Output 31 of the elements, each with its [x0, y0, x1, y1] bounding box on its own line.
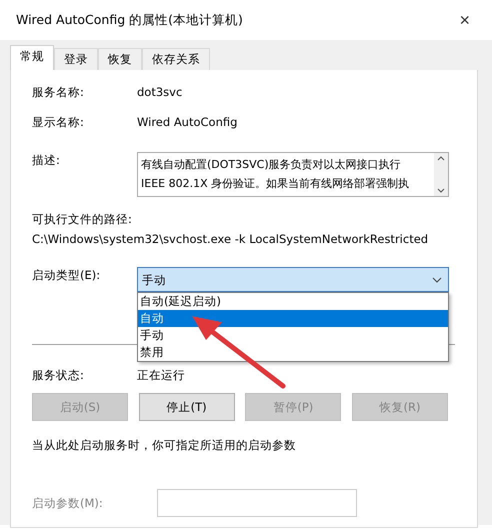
field-label: 服务名称:: [32, 84, 85, 100]
tab[interactable]: 恢复: [98, 48, 142, 70]
chevron-icon: [432, 276, 442, 282]
service-button[interactable]: 停止(T): [138, 393, 235, 421]
path-value: C:\Windows\system32\svchost.exe -k LocalSystemNetworkRestricted: [32, 231, 430, 247]
dropdown-option[interactable]: 自动(延迟启动): [138, 293, 448, 310]
window-title: Wired AutoConfig 的属性(本地计算机): [16, 12, 243, 28]
field-label: 可执行文件的路径:: [32, 211, 133, 227]
hint-text: 当从此处启动服务时，你可指定所适用的启动参数: [32, 437, 297, 453]
field-label: 服务状态:: [32, 367, 85, 383]
tab[interactable]: 登录: [54, 48, 98, 70]
dropdown-option[interactable]: 禁用: [138, 344, 448, 361]
dropdown-option[interactable]: 手动: [138, 327, 448, 344]
field-label: 描述:: [32, 152, 61, 168]
scroll-up-icon[interactable]: [437, 156, 445, 161]
field-label: 显示名称:: [32, 114, 85, 130]
tab[interactable]: 依存关系: [142, 48, 210, 70]
scrollbar[interactable]: [434, 153, 448, 196]
description-text: IEEE 802.1X 身份验证。如果当前有线网络部署强制执: [141, 176, 410, 192]
field-value: 正在运行: [137, 367, 185, 383]
parameters-field[interactable]: [157, 489, 357, 517]
dropdown-option[interactable]: 自动: [138, 310, 448, 327]
field-value: dot3svc: [137, 84, 182, 100]
close-button[interactable]: ×: [455, 10, 474, 30]
scroll-down-icon[interactable]: [437, 188, 445, 193]
startup-type-dropdown[interactable]: 手动: [137, 267, 449, 292]
description-text: 有线自动配置(DOT3SVC)服务负责对以太网接口执行: [141, 157, 402, 173]
field-label: 启动参数(M):: [32, 495, 104, 511]
tab[interactable]: 常规: [10, 45, 54, 70]
field-value: Wired AutoConfig: [137, 114, 238, 130]
field-label: 启动类型(E):: [32, 267, 102, 283]
